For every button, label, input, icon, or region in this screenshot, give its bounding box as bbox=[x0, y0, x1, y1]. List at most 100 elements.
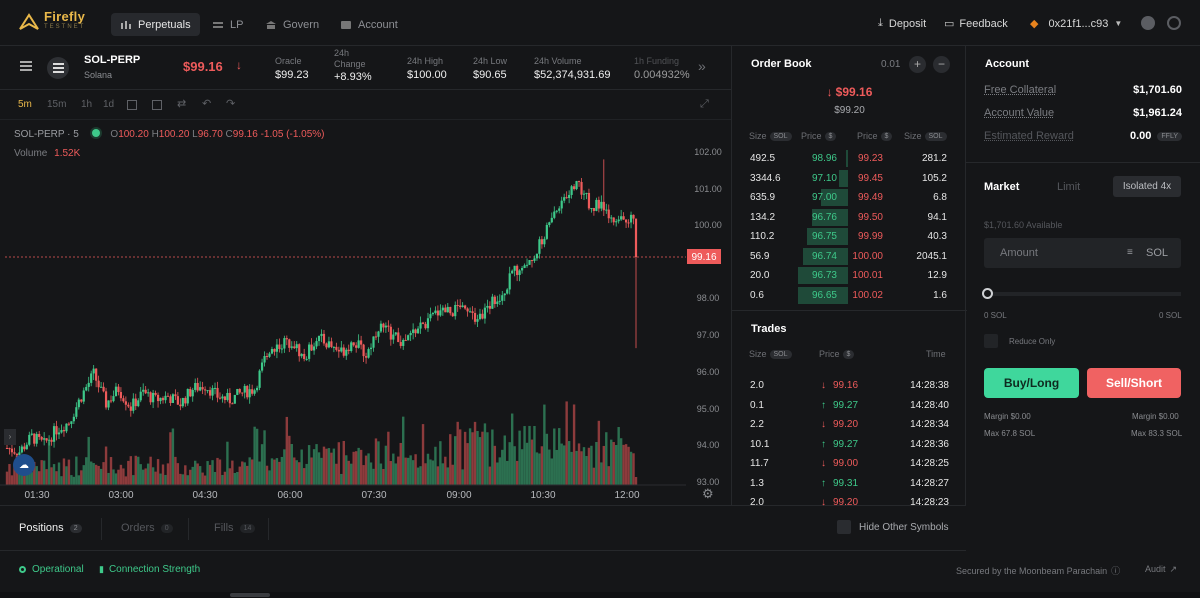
volume-bar bbox=[498, 457, 501, 485]
candle-body bbox=[129, 406, 132, 411]
volume-bar bbox=[164, 474, 167, 485]
volume-bar bbox=[174, 456, 177, 485]
volume-bar bbox=[562, 445, 566, 485]
scroll-right-icon[interactable]: » bbox=[698, 58, 706, 74]
volume-bar bbox=[5, 471, 9, 485]
price-chart[interactable]: SOL-PERP · 5 O100.20 H100.20 L96.70 C99.… bbox=[0, 120, 731, 505]
bid-size: 492.5 bbox=[750, 153, 776, 164]
candle-type-icon[interactable] bbox=[127, 100, 137, 110]
candle-body bbox=[149, 392, 152, 403]
collapse-side-icon[interactable]: › bbox=[4, 429, 16, 445]
orderbook-row[interactable]: 0.6 96.65 100.02 1.6 bbox=[732, 286, 967, 305]
volume-bar bbox=[389, 461, 393, 485]
market-symbol[interactable]: SOL-PERP bbox=[84, 53, 140, 67]
candle-body bbox=[582, 193, 586, 195]
buy-long-button[interactable]: Buy/Long bbox=[984, 368, 1079, 398]
tick-size[interactable]: 0.01 bbox=[881, 59, 900, 70]
tab-positions[interactable]: Positions 2 bbox=[19, 522, 82, 534]
nav-tab-lp[interactable]: LP bbox=[203, 13, 252, 36]
metamask-icon: ◆ bbox=[1030, 18, 1039, 30]
firefly-logo-icon bbox=[19, 13, 39, 30]
audit-link[interactable]: Audit ↗ bbox=[1145, 564, 1177, 575]
volume-bar bbox=[293, 457, 296, 485]
nav-tab-label: LP bbox=[230, 18, 244, 31]
candle-body bbox=[473, 313, 477, 322]
volume-bar bbox=[513, 446, 516, 485]
settings-gear-icon[interactable] bbox=[1167, 16, 1181, 30]
fullscreen-icon[interactable]: ⤢ bbox=[700, 98, 709, 111]
timeframe-1h[interactable]: 1h bbox=[81, 99, 92, 110]
volume-bar bbox=[30, 472, 33, 485]
orderbook-row[interactable]: 3344.6 97.10 99.45 105.2 bbox=[732, 169, 967, 188]
tab-limit[interactable]: Limit bbox=[1057, 181, 1080, 193]
orderbook-row[interactable]: 134.2 96.76 99.50 94.1 bbox=[732, 208, 967, 227]
deposit-button[interactable]: ⤓ Deposit bbox=[878, 17, 926, 30]
amount-slider[interactable] bbox=[982, 288, 1181, 299]
trade-price: 99.20 bbox=[833, 419, 859, 430]
tick-increase-button[interactable]: + bbox=[909, 56, 926, 73]
header-label: Size bbox=[749, 131, 767, 141]
sell-short-button[interactable]: Sell/Short bbox=[1087, 368, 1181, 398]
tab-market[interactable]: Market bbox=[984, 181, 1019, 193]
tradingview-logo-icon[interactable]: ☁ bbox=[13, 454, 35, 476]
nav-tab-account[interactable]: Account bbox=[331, 13, 407, 36]
orderbook-row[interactable]: 20.0 96.73 100.01 12.9 bbox=[732, 266, 967, 285]
candle-body bbox=[268, 353, 271, 357]
horizontal-scrollbar[interactable] bbox=[0, 592, 1200, 598]
candle-body bbox=[278, 344, 281, 349]
orderbook-row[interactable]: 110.2 96.75 99.99 40.3 bbox=[732, 227, 967, 246]
volume-bar bbox=[632, 453, 635, 485]
wallet-dropdown[interactable]: ◆ 0x21f1...c93 ▼ bbox=[1030, 17, 1122, 31]
bid-price: 96.74 bbox=[811, 250, 837, 262]
volume-bar bbox=[332, 448, 336, 485]
timeframe-5m[interactable]: 5m bbox=[18, 99, 32, 110]
candle-body bbox=[454, 305, 457, 317]
volume-bar bbox=[411, 460, 415, 485]
notifications-icon[interactable] bbox=[1141, 16, 1155, 30]
orderbook-row[interactable]: 492.5 98.96 99.23 281.2 bbox=[732, 149, 967, 168]
amount-input[interactable]: Amount ≡ SOL bbox=[984, 238, 1181, 268]
orderbook-row[interactable]: 635.9 97.00 99.49 6.8 bbox=[732, 188, 967, 207]
feedback-button[interactable]: ▭ Feedback bbox=[944, 17, 1008, 31]
candle-body bbox=[20, 446, 23, 453]
candle-body bbox=[525, 264, 529, 266]
volume-bar bbox=[75, 456, 78, 485]
redo-icon[interactable]: ↷ bbox=[226, 97, 235, 110]
candle-body bbox=[100, 386, 103, 388]
menu-icon[interactable] bbox=[20, 61, 32, 71]
tick-decrease-button[interactable]: − bbox=[933, 56, 950, 73]
orderbook-row[interactable]: 56.9 96.74 100.00 2045.1 bbox=[732, 247, 967, 266]
slider-handle[interactable] bbox=[982, 288, 993, 299]
volume-bar bbox=[203, 475, 207, 485]
volume-bar bbox=[525, 442, 529, 485]
nav-tab-perpetuals[interactable]: Perpetuals bbox=[111, 13, 200, 36]
secured-by-link[interactable]: Secured by the Moonbeam Parachain ⓘ bbox=[956, 564, 1120, 577]
tab-orders[interactable]: Orders 0 bbox=[121, 522, 173, 534]
candle-body bbox=[493, 296, 496, 304]
volume-bar bbox=[65, 466, 68, 485]
leverage-button[interactable]: Isolated 4x bbox=[1113, 176, 1181, 197]
volume-bar bbox=[382, 468, 385, 485]
timeframe-1d[interactable]: 1d bbox=[103, 99, 114, 110]
firefly-logo[interactable]: Firefly TESTNET bbox=[18, 10, 85, 32]
reduce-only-checkbox[interactable] bbox=[984, 334, 998, 348]
candle-body bbox=[533, 258, 536, 261]
candle-body bbox=[590, 208, 593, 210]
candle-body bbox=[109, 400, 113, 402]
undo-icon[interactable]: ↶ bbox=[202, 97, 211, 110]
volume-bar bbox=[397, 456, 400, 485]
trade-time: 14:28:38 bbox=[910, 380, 949, 391]
candle-body bbox=[280, 348, 283, 350]
candle-body bbox=[560, 200, 563, 209]
nav-tab-govern[interactable]: Govern bbox=[256, 13, 328, 36]
market-name: Solana bbox=[84, 70, 113, 80]
x-tick: 09:00 bbox=[446, 490, 471, 501]
hide-other-symbols-checkbox[interactable] bbox=[837, 520, 851, 534]
tab-fills[interactable]: Fills 14 bbox=[214, 522, 256, 534]
compare-icon[interactable]: ⇄ bbox=[177, 97, 186, 110]
scrollbar-thumb[interactable] bbox=[230, 593, 270, 597]
chart-settings-gear-icon[interactable]: ⚙ bbox=[702, 486, 714, 502]
timeframe-15m[interactable]: 15m bbox=[47, 99, 66, 110]
indicators-icon[interactable] bbox=[152, 100, 162, 110]
candle-body bbox=[382, 323, 385, 328]
